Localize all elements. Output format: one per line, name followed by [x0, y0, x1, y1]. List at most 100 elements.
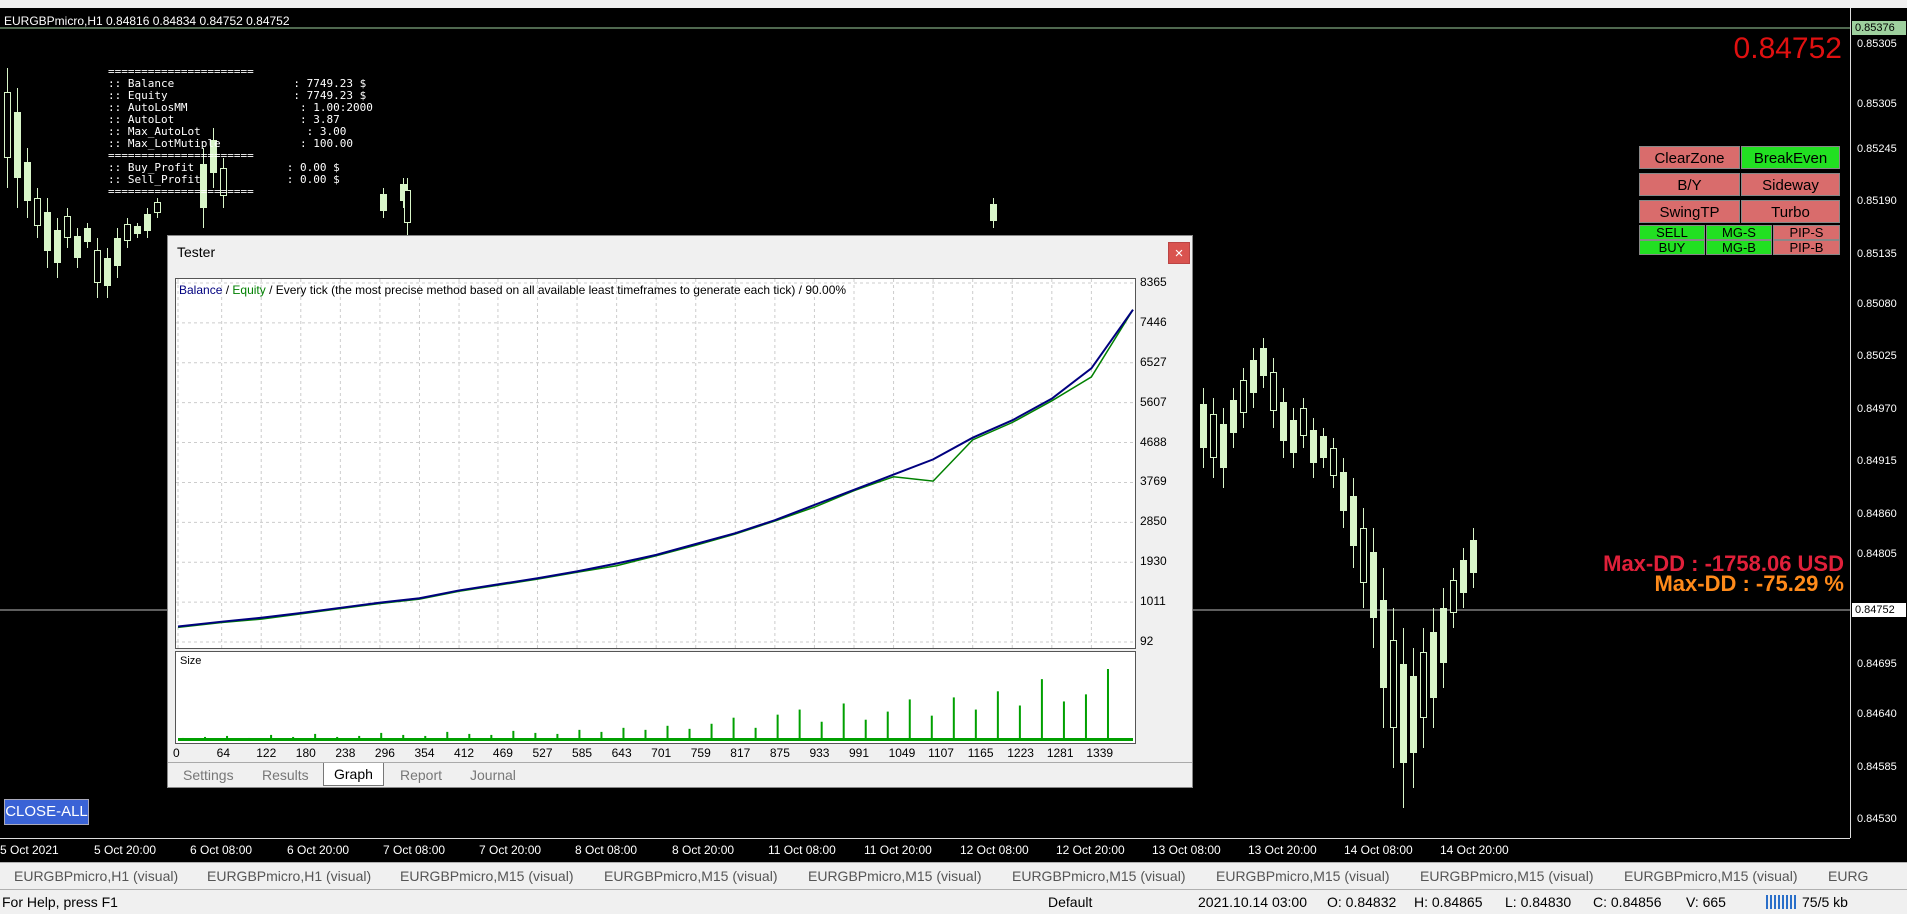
- chart-tab[interactable]: EURGBPmicro,M15 (visual): [1420, 868, 1593, 884]
- time-tick: 5 Oct 2021: [0, 843, 59, 857]
- x-tick-label: 1281: [1046, 746, 1074, 760]
- y-tick-label: 7446: [1140, 314, 1167, 329]
- clearzone-button[interactable]: ClearZone: [1639, 146, 1740, 169]
- size-bar: [930, 715, 933, 740]
- candle-body: [1240, 380, 1247, 413]
- time-tick: 14 Oct 20:00: [1440, 843, 1509, 857]
- candle-body: [114, 238, 121, 266]
- close-all-button[interactable]: CLOSE-ALL: [4, 799, 89, 825]
- chart-tab[interactable]: EURGBPmicro,M15 (visual): [1012, 868, 1185, 884]
- breakeven-button[interactable]: BreakEven: [1741, 146, 1840, 169]
- swingtp-button[interactable]: SwingTP: [1639, 200, 1740, 223]
- x-tick-label: 817: [730, 746, 751, 760]
- size-bar: [974, 709, 977, 740]
- tester-title: Tester: [177, 244, 216, 260]
- sideway-button[interactable]: Sideway: [1741, 173, 1840, 196]
- candle-body: [990, 204, 997, 221]
- status-open: O: 0.84832: [1327, 894, 1397, 910]
- size-bar: [776, 714, 779, 740]
- ea-info-panel: ====================== :: Balance : 7749…: [108, 66, 373, 198]
- status-bar: For Help, press F1 Default 2021.10.14 03…: [0, 889, 1907, 914]
- candle-body: [54, 230, 61, 263]
- mg-b-button[interactable]: MG-B: [1706, 240, 1772, 255]
- chart-tab[interactable]: EURGBPmicro,M15 (visual): [1624, 868, 1797, 884]
- buy-button[interactable]: BUY: [1639, 240, 1705, 255]
- tab-settings[interactable]: Settings: [183, 767, 234, 783]
- x-tick-label: 991: [849, 746, 870, 760]
- size-bar: [908, 699, 911, 740]
- chart-tab[interactable]: EURGBPmicro,M15 (visual): [400, 868, 573, 884]
- candle-body: [1220, 424, 1227, 468]
- status-help: For Help, press F1: [2, 894, 118, 910]
- chart-tab[interactable]: EURGBPmicro,H1 (visual): [14, 868, 178, 884]
- chart-tab[interactable]: EURGBPmicro,M15 (visual): [808, 868, 981, 884]
- x-tick-label: 64: [216, 746, 231, 760]
- candle-body: [1410, 676, 1417, 753]
- legend-description: / Every tick (the most precise method ba…: [265, 283, 847, 297]
- candle-body: [1400, 664, 1407, 763]
- candle-body: [124, 224, 131, 241]
- legend-balance: Balance: [179, 283, 223, 297]
- candle-body: [404, 190, 411, 223]
- tab-report[interactable]: Report: [400, 767, 442, 783]
- pip-b-button[interactable]: PIP-B: [1773, 240, 1840, 255]
- x-tick-label: 1165: [967, 746, 994, 760]
- candle-body: [34, 198, 41, 226]
- price-tick: 0.85080: [1857, 298, 1897, 310]
- chart-tab[interactable]: EURG: [1828, 868, 1868, 884]
- sell-button[interactable]: SELL: [1639, 225, 1705, 240]
- time-tick: 12 Oct 20:00: [1056, 843, 1125, 857]
- turbo-button[interactable]: Turbo: [1741, 200, 1840, 223]
- status-high: H: 0.84865: [1414, 894, 1483, 910]
- size-bar: [820, 721, 823, 740]
- time-tick: 7 Oct 20:00: [479, 843, 542, 857]
- tester-tabs: Settings Results Graph Report Journal: [168, 762, 1192, 787]
- candle-body: [1470, 540, 1477, 573]
- candle-body: [144, 214, 151, 231]
- candle-body: [134, 226, 141, 235]
- status-volume: V: 665: [1686, 894, 1726, 910]
- candle-body: [1250, 360, 1257, 393]
- legend-separator: /: [222, 283, 233, 297]
- candle-body: [1230, 400, 1237, 433]
- size-bar: [710, 723, 713, 740]
- chart-tab[interactable]: EURGBPmicro,M15 (visual): [604, 868, 777, 884]
- price-tick: 0.85305: [1857, 98, 1897, 110]
- tab-graph[interactable]: Graph: [323, 763, 384, 786]
- candle-body: [1390, 640, 1397, 728]
- candle-body: [380, 194, 387, 211]
- x-tick-label: 1223: [1007, 746, 1034, 760]
- size-bar: [952, 697, 955, 740]
- status-close: C: 0.84856: [1593, 894, 1662, 910]
- y-tick-label: 2850: [1140, 514, 1167, 529]
- time-axis: 5 Oct 2021 5 Oct 20:00 6 Oct 08:00 6 Oct…: [0, 838, 1850, 863]
- time-tick: 12 Oct 08:00: [960, 843, 1029, 857]
- price-tick: 0.84695: [1857, 658, 1897, 670]
- candle-body: [104, 258, 111, 286]
- candle-body: [1300, 408, 1307, 436]
- mg-s-button[interactable]: MG-S: [1706, 225, 1772, 240]
- candle-body: [1320, 436, 1327, 458]
- price-tick: 0.85025: [1857, 350, 1897, 362]
- tab-journal[interactable]: Journal: [470, 767, 516, 783]
- size-bar: [798, 709, 801, 740]
- candle-body: [1440, 608, 1447, 663]
- tab-results[interactable]: Results: [262, 767, 309, 783]
- x-tick-label: 585: [572, 746, 593, 760]
- x-tick-label: 1049: [888, 746, 916, 760]
- chart-tab[interactable]: EURGBPmicro,M15 (visual): [1216, 868, 1389, 884]
- tester-window: Tester × Balance / Equity / Every tick (…: [167, 235, 1193, 788]
- close-icon[interactable]: ×: [1168, 242, 1190, 264]
- by-button[interactable]: B/Y: [1639, 173, 1740, 196]
- chart-tab[interactable]: EURGBPmicro,H1 (visual): [207, 868, 371, 884]
- candle-body: [1200, 404, 1207, 448]
- candle-body: [1450, 580, 1457, 613]
- time-tick: 5 Oct 20:00: [94, 843, 157, 857]
- size-label: Size: [180, 655, 202, 667]
- candle-body: [1340, 472, 1347, 511]
- size-graph: Size: [175, 651, 1136, 744]
- price-tick: 0.85305: [1857, 38, 1897, 50]
- x-tick-label: 1107: [928, 746, 954, 760]
- size-bar: [1062, 701, 1065, 740]
- pip-s-button[interactable]: PIP-S: [1773, 225, 1840, 240]
